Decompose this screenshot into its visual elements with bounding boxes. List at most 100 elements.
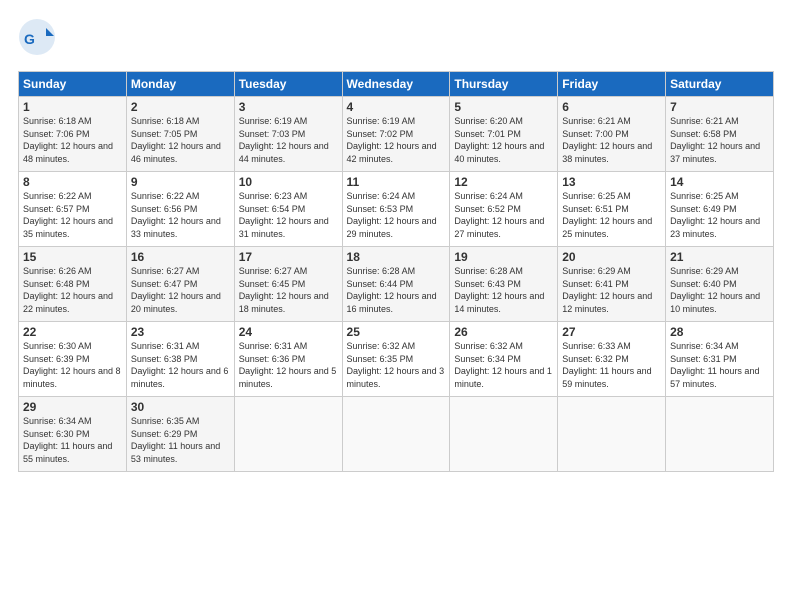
- cell-content: Sunrise: 6:26 AMSunset: 6:48 PMDaylight:…: [23, 265, 122, 315]
- day-number: 17: [239, 250, 338, 264]
- cell-day-9: 9Sunrise: 6:22 AMSunset: 6:56 PMDaylight…: [126, 172, 234, 247]
- cell-content: Sunrise: 6:27 AMSunset: 6:45 PMDaylight:…: [239, 265, 338, 315]
- day-number: 23: [131, 325, 230, 339]
- cell-content: Sunrise: 6:30 AMSunset: 6:39 PMDaylight:…: [23, 340, 122, 390]
- week-row-5: 29Sunrise: 6:34 AMSunset: 6:30 PMDayligh…: [19, 397, 774, 472]
- day-number: 4: [347, 100, 446, 114]
- day-number: 7: [670, 100, 769, 114]
- cell-day-24: 24Sunrise: 6:31 AMSunset: 6:36 PMDayligh…: [234, 322, 342, 397]
- day-number: 18: [347, 250, 446, 264]
- cell-day-10: 10Sunrise: 6:23 AMSunset: 6:54 PMDayligh…: [234, 172, 342, 247]
- cell-day-empty-4: [450, 397, 558, 472]
- svg-text:G: G: [24, 31, 35, 47]
- cell-content: Sunrise: 6:29 AMSunset: 6:40 PMDaylight:…: [670, 265, 769, 315]
- cell-day-5: 5Sunrise: 6:20 AMSunset: 7:01 PMDaylight…: [450, 97, 558, 172]
- day-number: 20: [562, 250, 661, 264]
- cell-day-12: 12Sunrise: 6:24 AMSunset: 6:52 PMDayligh…: [450, 172, 558, 247]
- cell-content: Sunrise: 6:19 AMSunset: 7:02 PMDaylight:…: [347, 115, 446, 165]
- cell-day-28: 28Sunrise: 6:34 AMSunset: 6:31 PMDayligh…: [666, 322, 774, 397]
- col-sunday: Sunday: [19, 72, 127, 97]
- day-number: 6: [562, 100, 661, 114]
- day-number: 28: [670, 325, 769, 339]
- cell-day-17: 17Sunrise: 6:27 AMSunset: 6:45 PMDayligh…: [234, 247, 342, 322]
- cell-content: Sunrise: 6:33 AMSunset: 6:32 PMDaylight:…: [562, 340, 661, 390]
- day-number: 16: [131, 250, 230, 264]
- cell-day-15: 15Sunrise: 6:26 AMSunset: 6:48 PMDayligh…: [19, 247, 127, 322]
- day-number: 25: [347, 325, 446, 339]
- cell-content: Sunrise: 6:21 AMSunset: 7:00 PMDaylight:…: [562, 115, 661, 165]
- cell-content: Sunrise: 6:32 AMSunset: 6:34 PMDaylight:…: [454, 340, 553, 390]
- week-row-3: 15Sunrise: 6:26 AMSunset: 6:48 PMDayligh…: [19, 247, 774, 322]
- day-number: 8: [23, 175, 122, 189]
- cell-day-2: 2Sunrise: 6:18 AMSunset: 7:05 PMDaylight…: [126, 97, 234, 172]
- col-monday: Monday: [126, 72, 234, 97]
- col-tuesday: Tuesday: [234, 72, 342, 97]
- cell-day-19: 19Sunrise: 6:28 AMSunset: 6:43 PMDayligh…: [450, 247, 558, 322]
- cell-content: Sunrise: 6:35 AMSunset: 6:29 PMDaylight:…: [131, 415, 230, 465]
- col-thursday: Thursday: [450, 72, 558, 97]
- week-row-2: 8Sunrise: 6:22 AMSunset: 6:57 PMDaylight…: [19, 172, 774, 247]
- day-number: 21: [670, 250, 769, 264]
- day-number: 15: [23, 250, 122, 264]
- cell-day-empty-6: [666, 397, 774, 472]
- calendar-table: Sunday Monday Tuesday Wednesday Thursday…: [18, 71, 774, 472]
- cell-day-16: 16Sunrise: 6:27 AMSunset: 6:47 PMDayligh…: [126, 247, 234, 322]
- week-row-4: 22Sunrise: 6:30 AMSunset: 6:39 PMDayligh…: [19, 322, 774, 397]
- day-number: 5: [454, 100, 553, 114]
- cell-day-11: 11Sunrise: 6:24 AMSunset: 6:53 PMDayligh…: [342, 172, 450, 247]
- cell-content: Sunrise: 6:23 AMSunset: 6:54 PMDaylight:…: [239, 190, 338, 240]
- day-number: 24: [239, 325, 338, 339]
- cell-day-21: 21Sunrise: 6:29 AMSunset: 6:40 PMDayligh…: [666, 247, 774, 322]
- cell-day-30: 30Sunrise: 6:35 AMSunset: 6:29 PMDayligh…: [126, 397, 234, 472]
- cell-day-6: 6Sunrise: 6:21 AMSunset: 7:00 PMDaylight…: [558, 97, 666, 172]
- cell-day-22: 22Sunrise: 6:30 AMSunset: 6:39 PMDayligh…: [19, 322, 127, 397]
- cell-content: Sunrise: 6:28 AMSunset: 6:44 PMDaylight:…: [347, 265, 446, 315]
- cell-content: Sunrise: 6:24 AMSunset: 6:53 PMDaylight:…: [347, 190, 446, 240]
- day-number: 9: [131, 175, 230, 189]
- day-number: 30: [131, 400, 230, 414]
- cell-content: Sunrise: 6:19 AMSunset: 7:03 PMDaylight:…: [239, 115, 338, 165]
- week-row-1: 1Sunrise: 6:18 AMSunset: 7:06 PMDaylight…: [19, 97, 774, 172]
- cell-day-empty-3: [342, 397, 450, 472]
- cell-day-18: 18Sunrise: 6:28 AMSunset: 6:44 PMDayligh…: [342, 247, 450, 322]
- day-number: 27: [562, 325, 661, 339]
- calendar-page: G Sunday Monday Tuesday Wednesday: [0, 0, 792, 612]
- cell-day-23: 23Sunrise: 6:31 AMSunset: 6:38 PMDayligh…: [126, 322, 234, 397]
- cell-day-13: 13Sunrise: 6:25 AMSunset: 6:51 PMDayligh…: [558, 172, 666, 247]
- col-wednesday: Wednesday: [342, 72, 450, 97]
- cell-content: Sunrise: 6:22 AMSunset: 6:57 PMDaylight:…: [23, 190, 122, 240]
- day-number: 22: [23, 325, 122, 339]
- day-number: 11: [347, 175, 446, 189]
- cell-content: Sunrise: 6:25 AMSunset: 6:49 PMDaylight:…: [670, 190, 769, 240]
- logo: G: [18, 18, 60, 61]
- col-saturday: Saturday: [666, 72, 774, 97]
- cell-content: Sunrise: 6:18 AMSunset: 7:06 PMDaylight:…: [23, 115, 122, 165]
- header: G: [18, 18, 774, 61]
- header-row: Sunday Monday Tuesday Wednesday Thursday…: [19, 72, 774, 97]
- cell-content: Sunrise: 6:31 AMSunset: 6:38 PMDaylight:…: [131, 340, 230, 390]
- cell-content: Sunrise: 6:34 AMSunset: 6:30 PMDaylight:…: [23, 415, 122, 465]
- cell-day-empty-2: [234, 397, 342, 472]
- calendar-body: 1Sunrise: 6:18 AMSunset: 7:06 PMDaylight…: [19, 97, 774, 472]
- cell-day-26: 26Sunrise: 6:32 AMSunset: 6:34 PMDayligh…: [450, 322, 558, 397]
- day-number: 26: [454, 325, 553, 339]
- cell-day-3: 3Sunrise: 6:19 AMSunset: 7:03 PMDaylight…: [234, 97, 342, 172]
- cell-content: Sunrise: 6:25 AMSunset: 6:51 PMDaylight:…: [562, 190, 661, 240]
- cell-day-1: 1Sunrise: 6:18 AMSunset: 7:06 PMDaylight…: [19, 97, 127, 172]
- logo-icon: G: [18, 18, 56, 56]
- cell-content: Sunrise: 6:29 AMSunset: 6:41 PMDaylight:…: [562, 265, 661, 315]
- cell-content: Sunrise: 6:31 AMSunset: 6:36 PMDaylight:…: [239, 340, 338, 390]
- cell-content: Sunrise: 6:27 AMSunset: 6:47 PMDaylight:…: [131, 265, 230, 315]
- cell-day-25: 25Sunrise: 6:32 AMSunset: 6:35 PMDayligh…: [342, 322, 450, 397]
- day-number: 19: [454, 250, 553, 264]
- cell-day-14: 14Sunrise: 6:25 AMSunset: 6:49 PMDayligh…: [666, 172, 774, 247]
- cell-day-27: 27Sunrise: 6:33 AMSunset: 6:32 PMDayligh…: [558, 322, 666, 397]
- day-number: 2: [131, 100, 230, 114]
- cell-day-29: 29Sunrise: 6:34 AMSunset: 6:30 PMDayligh…: [19, 397, 127, 472]
- cell-content: Sunrise: 6:32 AMSunset: 6:35 PMDaylight:…: [347, 340, 446, 390]
- cell-content: Sunrise: 6:24 AMSunset: 6:52 PMDaylight:…: [454, 190, 553, 240]
- day-number: 13: [562, 175, 661, 189]
- day-number: 3: [239, 100, 338, 114]
- cell-content: Sunrise: 6:20 AMSunset: 7:01 PMDaylight:…: [454, 115, 553, 165]
- day-number: 10: [239, 175, 338, 189]
